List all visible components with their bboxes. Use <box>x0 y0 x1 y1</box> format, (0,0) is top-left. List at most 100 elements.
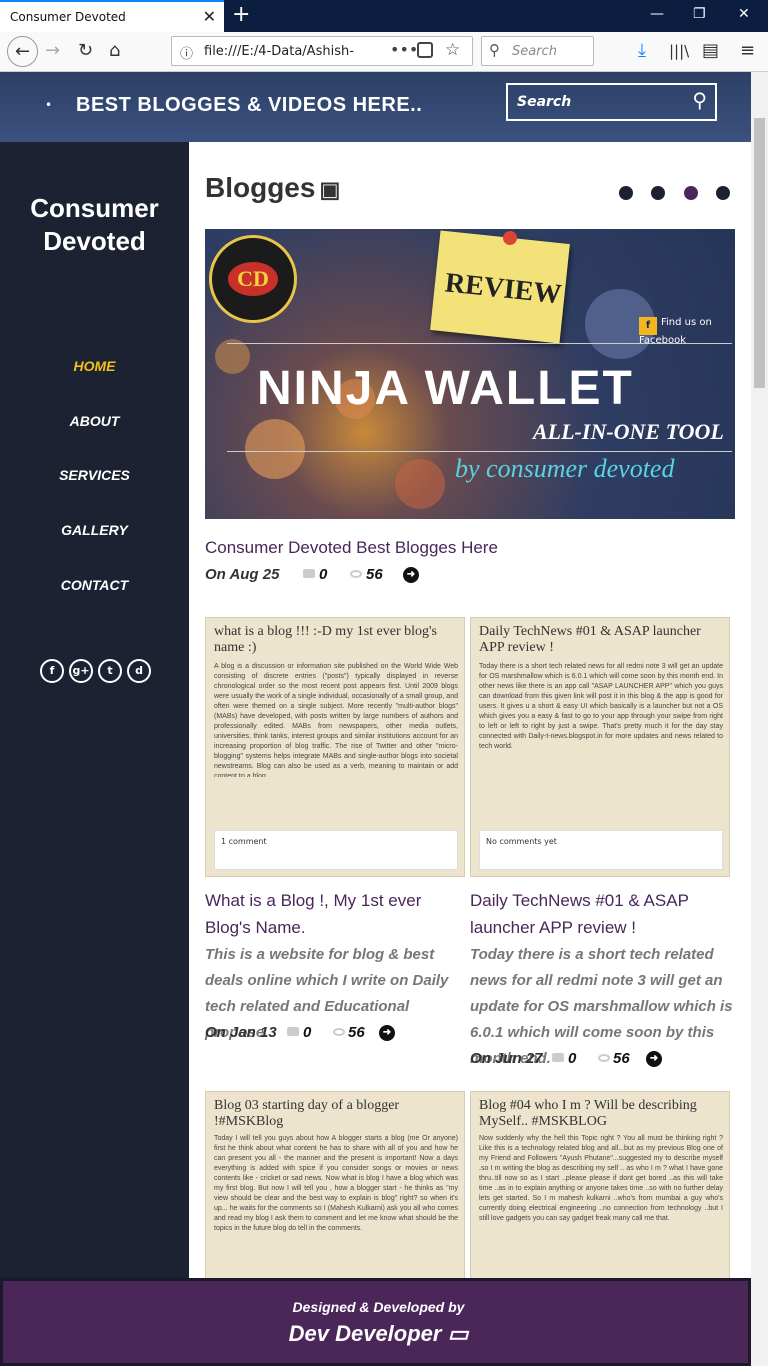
scrollbar-thumb[interactable] <box>754 118 765 388</box>
read-more-icon[interactable]: ➜ <box>646 1051 662 1067</box>
menu-icon[interactable]: ≡ <box>740 40 755 61</box>
header-title: BEST BLOGGES & VIDEOS HERE.. <box>76 94 423 116</box>
post-thumbnail[interactable]: Blog 03 starting day of a blogger !#MSKB… <box>205 1091 465 1281</box>
main-content: Blogges ▣ CD REVIEW f Find us on Facebook … <box>189 142 751 1281</box>
view-count: 56 <box>348 1024 365 1041</box>
library-icon[interactable]: |||\ <box>669 42 689 60</box>
read-more-icon[interactable]: ➜ <box>403 567 419 583</box>
hero-by: by consumer devoted <box>455 454 675 483</box>
carousel-dot[interactable] <box>619 186 633 200</box>
site-footer: Designed & Developed by Dev Developer ▭ <box>0 1278 751 1366</box>
thumb-title: Daily TechNews #01 & ASAP launcher APP r… <box>479 624 701 655</box>
nav-about[interactable]: ABOUT <box>0 413 189 429</box>
post-title[interactable]: What is a Blog !, My 1st ever Blog's Nam… <box>205 887 465 941</box>
browser-navbar: ← → ↻ ⌂ ⓘ file:///E:/4-Data/Ashish-D •••… <box>0 32 768 72</box>
post-thumbnail[interactable]: Daily TechNews #01 & ASAP launcher APP r… <box>470 617 730 877</box>
site-search-label: Search <box>517 94 572 110</box>
facebook-icon: f <box>639 317 657 335</box>
footer-credit: Designed & Developed by <box>292 1299 465 1315</box>
site-header: • BEST BLOGGES & VIDEOS HERE.. Search ⚲ <box>0 72 751 142</box>
url-bar[interactable]: ⓘ file:///E:/4-Data/Ashish-D ••• ☆ <box>171 36 473 66</box>
comment-icon <box>552 1053 564 1062</box>
carousel-dot[interactable] <box>651 186 665 200</box>
view-icon <box>350 570 362 578</box>
read-more-icon[interactable]: ➜ <box>379 1025 395 1041</box>
home-icon[interactable]: ⌂ <box>109 40 120 61</box>
divider <box>227 451 732 452</box>
twitter-icon[interactable]: t <box>98 659 122 683</box>
view-count: 56 <box>366 566 383 583</box>
restore-icon[interactable]: ❐ <box>693 6 706 22</box>
view-icon <box>598 1054 610 1062</box>
post-date: On Jun 27 <box>470 1050 543 1067</box>
thumb-body: A blog is a discussion or information si… <box>214 663 458 777</box>
site-logo[interactable]: Consumer Devoted <box>0 192 189 258</box>
hero-banner[interactable]: CD REVIEW f Find us on Facebook NINJA WAL… <box>205 229 735 519</box>
thumb-comment: No comments yet <box>479 830 723 870</box>
tab-title: Consumer Devoted <box>10 10 126 24</box>
thumb-title: what is a blog !!! :-D my 1st ever blog'… <box>214 624 437 655</box>
post-thumbnail[interactable]: Blog #04 who I m ? Will be describing My… <box>470 1091 730 1281</box>
thumb-body: Now suddenly why the hell this Topic rig… <box>479 1135 723 1222</box>
cd-badge-logo: CD <box>209 235 297 323</box>
thumb-title: Blog 03 starting day of a blogger !#MSKB… <box>214 1098 400 1129</box>
bookmark-star-icon[interactable]: ☆ <box>445 40 460 60</box>
scrollbar[interactable] <box>751 72 768 1366</box>
thumb-comment: 1 comment <box>214 830 458 870</box>
featured-post-meta: On Aug 25 0 56 ➜ <box>205 566 505 586</box>
back-icon[interactable]: ← <box>7 36 38 67</box>
forward-icon[interactable]: → <box>45 40 60 61</box>
save-icon: ▣ <box>319 177 341 202</box>
info-icon[interactable]: ⓘ <box>180 43 193 62</box>
page-title: Blogges ▣ <box>205 172 340 204</box>
logo-line2: Devoted <box>43 226 146 256</box>
comment-count: 0 <box>303 1024 312 1041</box>
nav-home[interactable]: HOME <box>0 358 189 374</box>
nav-gallery[interactable]: GALLERY <box>0 522 189 538</box>
thumb-body: Today there is a short tech related news… <box>479 663 723 750</box>
sidebar: Consumer Devoted HOME ABOUT SERVICES GAL… <box>0 142 189 1278</box>
developer-name: Dev Developer <box>288 1321 442 1346</box>
view-icon <box>333 1028 345 1036</box>
page-actions-icon[interactable]: ••• <box>390 40 418 59</box>
nav-services[interactable]: SERVICES <box>0 467 189 483</box>
view-count: 56 <box>613 1050 630 1067</box>
sidebar-icon[interactable]: ▤ <box>702 40 719 61</box>
carousel-dot-active[interactable] <box>684 186 698 200</box>
facebook-icon[interactable]: f <box>40 659 64 683</box>
site-search-input[interactable]: Search ⚲ <box>506 83 717 121</box>
comment-count: 0 <box>319 566 328 583</box>
post-title[interactable]: Daily TechNews #01 & ASAP launcher APP r… <box>470 887 730 941</box>
comment-icon <box>303 569 315 578</box>
post-date: On Aug 25 <box>205 566 280 583</box>
pocket-icon[interactable] <box>417 42 433 58</box>
tab-close-icon[interactable]: ✕ <box>203 7 216 26</box>
search-icon[interactable]: ⚲ <box>692 88 707 112</box>
page-title-text: Blogges <box>205 172 316 203</box>
social-links: f g+ t d <box>40 659 154 685</box>
badge-center-text: CD <box>228 262 278 296</box>
thumb-body: Today I will tell you guys about how A b… <box>214 1135 458 1232</box>
search-placeholder: Search <box>512 44 557 59</box>
carousel-dot[interactable] <box>716 186 730 200</box>
window-close-icon[interactable]: ✕ <box>738 6 750 22</box>
browser-search-input[interactable]: ⚲ Search <box>481 36 594 66</box>
minimize-icon[interactable]: — <box>650 6 664 22</box>
comment-icon <box>287 1027 299 1036</box>
reload-icon[interactable]: ↻ <box>78 40 93 61</box>
download-icon[interactable]: ⤓ <box>638 40 646 61</box>
comment-count: 0 <box>568 1050 577 1067</box>
note-text: REVIEW <box>443 267 563 311</box>
header-bullet: • <box>45 98 53 112</box>
featured-post-title[interactable]: Consumer Devoted Best Blogges Here <box>205 534 725 561</box>
google-plus-icon[interactable]: g+ <box>69 659 93 683</box>
logo-line1: Consumer <box>30 193 159 223</box>
search-icon: ⚲ <box>489 41 500 59</box>
browser-titlebar: Consumer Devoted ✕ + — ❐ ✕ <box>0 0 768 32</box>
footer-developer[interactable]: Dev Developer ▭ <box>3 1321 754 1347</box>
post-thumbnail[interactable]: what is a blog !!! :-D my 1st ever blog'… <box>205 617 465 877</box>
nav-contact[interactable]: CONTACT <box>0 577 189 593</box>
new-tab-icon[interactable]: + <box>232 2 250 27</box>
browser-tab[interactable]: Consumer Devoted ✕ <box>0 0 224 32</box>
dribbble-icon[interactable]: d <box>127 659 151 683</box>
